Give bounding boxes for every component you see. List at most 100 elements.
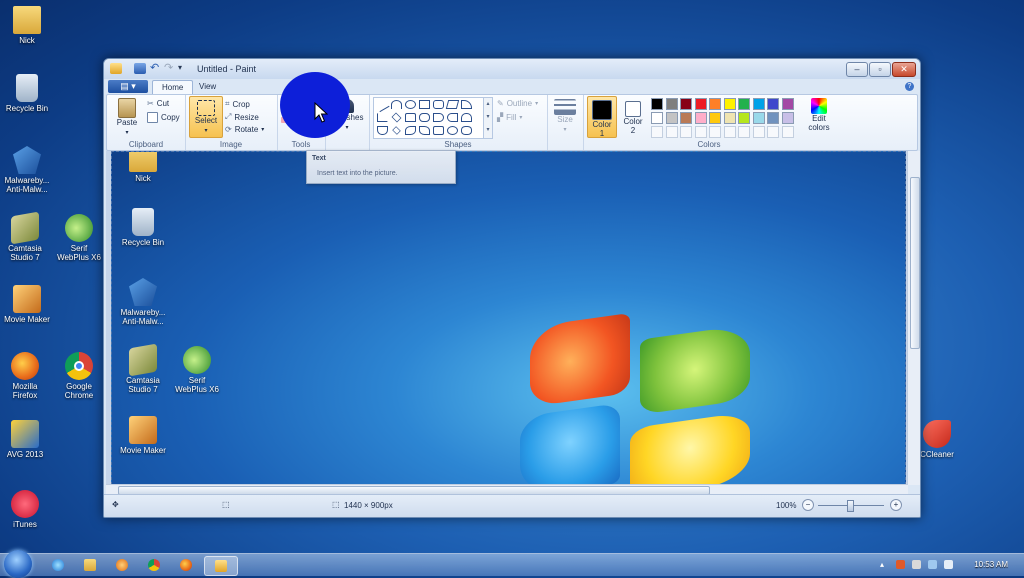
shapes-scroll[interactable]: ▴ ▾ ▾: [483, 97, 493, 139]
desktop-icon-serif[interactable]: Serif WebPlus X6: [48, 214, 110, 262]
palette-empty-swatch[interactable]: [694, 126, 707, 138]
pentagon-shape-icon[interactable]: [405, 113, 416, 122]
crop-button[interactable]: ⌗ Crop: [225, 99, 250, 109]
palette-swatch[interactable]: [767, 112, 779, 124]
line-shape-icon[interactable]: [375, 98, 390, 113]
star6-shape-icon[interactable]: [419, 126, 430, 135]
color2-button[interactable]: Color 2: [619, 96, 647, 136]
diamond-shape-icon[interactable]: [391, 112, 402, 123]
palette-empty-swatch[interactable]: [752, 126, 765, 138]
palette-empty-swatch[interactable]: [781, 126, 794, 138]
palette-swatch[interactable]: [651, 112, 663, 124]
palette-swatch[interactable]: [680, 112, 692, 124]
tray-app-icon[interactable]: [896, 560, 905, 569]
desktop-icon-chrome[interactable]: Google Chrome: [48, 352, 110, 400]
taskbar-paint[interactable]: [204, 556, 238, 576]
desktop-icon-itunes[interactable]: iTunes: [0, 490, 56, 529]
taskbar-explorer[interactable]: [76, 556, 104, 574]
paste-button[interactable]: Paste ▾: [111, 98, 143, 136]
callout-cloud-shape-icon[interactable]: [461, 126, 472, 135]
palette-swatch[interactable]: [723, 98, 736, 110]
tray-flag-icon[interactable]: [912, 560, 921, 569]
size-button[interactable]: Size ▾: [551, 99, 579, 133]
rounded-rect-shape-icon[interactable]: [433, 100, 444, 109]
star5-shape-icon[interactable]: [405, 126, 416, 135]
arrow-up-shape-icon[interactable]: [461, 113, 472, 122]
taskbar-media-player[interactable]: [108, 556, 136, 574]
paint-app-icon[interactable]: [110, 63, 122, 74]
drawing-canvas[interactable]: Nick Recycle Bin Malwareby... Anti-Malw.…: [111, 151, 906, 485]
arrow-right-shape-icon[interactable]: [433, 113, 444, 122]
shapes-gallery[interactable]: [373, 97, 485, 139]
vertical-scrollbar[interactable]: [907, 151, 920, 485]
redo-icon[interactable]: ↷: [164, 63, 176, 74]
palette-empty-swatch[interactable]: [680, 126, 692, 138]
palette-swatch[interactable]: [781, 98, 794, 110]
paint-menu-button[interactable]: ▤ ▾: [108, 80, 148, 93]
tray-expand-icon[interactable]: ▴: [880, 560, 889, 569]
palette-swatch[interactable]: [738, 98, 750, 110]
zoom-in-button[interactable]: +: [890, 499, 902, 511]
desktop-icon-recycle-bin[interactable]: Recycle Bin: [0, 74, 58, 113]
palette-swatch[interactable]: [665, 112, 678, 124]
close-button[interactable]: ✕: [892, 62, 916, 77]
palette-swatch[interactable]: [709, 98, 721, 110]
title-bar[interactable]: ↶ ↷ ▾ Untitled - Paint – ▫ ✕: [104, 59, 920, 79]
copy-button[interactable]: Copy: [147, 112, 180, 123]
arrow-left-shape-icon[interactable]: [447, 113, 458, 122]
taskbar-firefox[interactable]: [172, 556, 200, 574]
help-icon[interactable]: ?: [905, 82, 914, 91]
star4-shape-icon[interactable]: [392, 126, 401, 135]
palette-empty-swatch[interactable]: [651, 126, 663, 138]
palette-swatch[interactable]: [694, 98, 707, 110]
outline-button[interactable]: ✎ Outline ▾: [497, 99, 538, 108]
tray-network-icon[interactable]: [928, 560, 937, 569]
undo-icon[interactable]: ↶: [150, 63, 162, 74]
tab-view[interactable]: View: [190, 80, 225, 94]
taskbar-chrome[interactable]: [140, 556, 168, 574]
callout-oval-shape-icon[interactable]: [447, 126, 458, 135]
palette-empty-swatch[interactable]: [665, 126, 678, 138]
arrow-down-shape-icon[interactable]: [377, 126, 388, 135]
desktop-icon-movie-maker[interactable]: Movie Maker: [0, 285, 58, 324]
palette-swatch[interactable]: [665, 98, 678, 110]
fill-button[interactable]: ▞ Fill ▾: [497, 113, 522, 122]
start-button[interactable]: [4, 550, 32, 578]
palette-empty-swatch[interactable]: [738, 126, 750, 138]
save-icon[interactable]: [134, 63, 146, 74]
vertical-scroll-thumb[interactable]: [910, 177, 920, 349]
tray-volume-icon[interactable]: [944, 560, 953, 569]
palette-swatch[interactable]: [723, 112, 736, 124]
palette-empty-swatch[interactable]: [767, 126, 779, 138]
rectangle-shape-icon[interactable]: [419, 100, 430, 109]
triangle-shape-icon[interactable]: [461, 100, 472, 109]
curve-shape-icon[interactable]: [391, 100, 402, 109]
polygon-shape-icon[interactable]: [445, 100, 460, 109]
taskbar-ie[interactable]: [44, 556, 72, 574]
palette-swatch[interactable]: [694, 112, 707, 124]
desktop-icon-avg[interactable]: AVG 2013: [0, 420, 56, 459]
zoom-slider-thumb[interactable]: [847, 500, 854, 512]
tab-home[interactable]: Home: [152, 80, 194, 95]
desktop-icon-malwarebytes[interactable]: Malwareby... Anti-Malw...: [0, 146, 58, 194]
palette-swatch[interactable]: [738, 112, 750, 124]
hexagon-shape-icon[interactable]: [419, 113, 430, 122]
zoom-out-button[interactable]: −: [802, 499, 814, 511]
palette-swatch[interactable]: [680, 98, 692, 110]
palette-swatch[interactable]: [781, 112, 794, 124]
desktop-icon-nick[interactable]: Nick: [0, 6, 58, 45]
color1-button[interactable]: Color 1: [587, 96, 617, 138]
resize-button[interactable]: ⤢ Resize: [225, 112, 259, 122]
maximize-button[interactable]: ▫: [869, 62, 891, 77]
palette-empty-swatch[interactable]: [709, 126, 721, 138]
palette-empty-swatch[interactable]: [723, 126, 736, 138]
palette-swatch[interactable]: [709, 112, 721, 124]
callout-rect-shape-icon[interactable]: [433, 126, 444, 135]
oval-shape-icon[interactable]: [405, 100, 416, 109]
minimize-button[interactable]: –: [846, 62, 868, 77]
customize-qat-icon[interactable]: ▾: [178, 63, 190, 74]
palette-swatch[interactable]: [767, 98, 779, 110]
palette-swatch[interactable]: [752, 98, 765, 110]
palette-swatch[interactable]: [651, 98, 663, 110]
rotate-button[interactable]: ⟳ Rotate ▾: [225, 125, 264, 134]
